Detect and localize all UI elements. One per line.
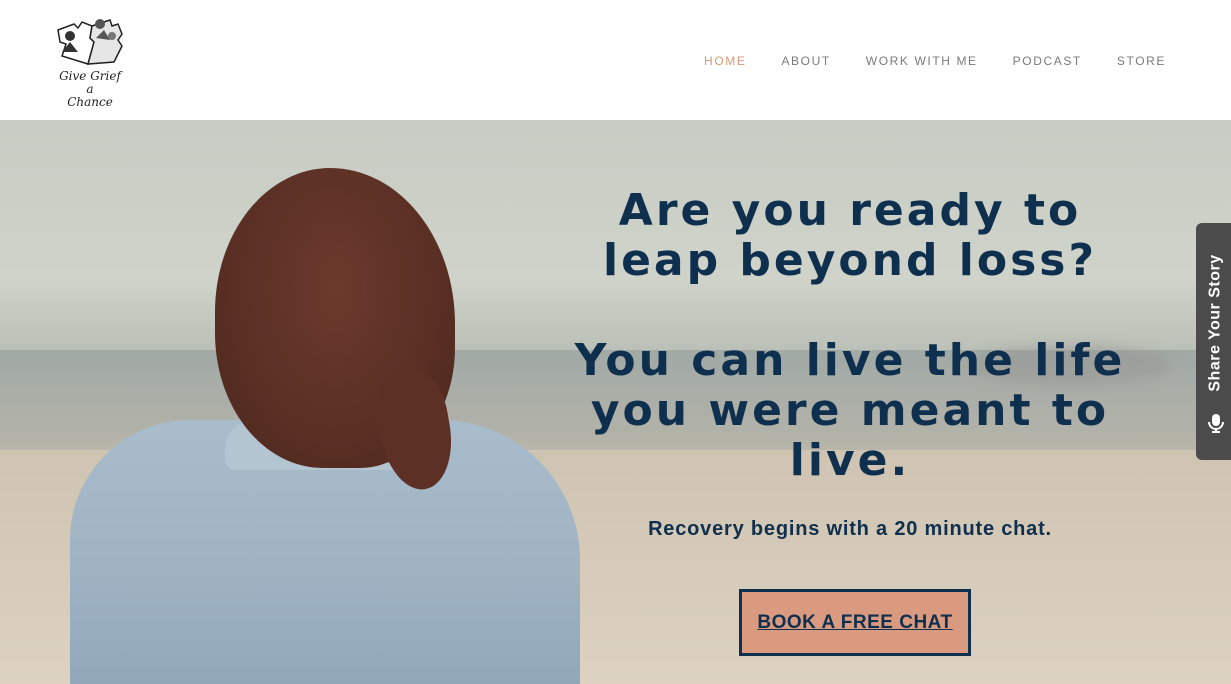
nav-work-with-me[interactable]: WORK WITH ME <box>866 54 978 68</box>
logo-text-line3: Chance <box>67 95 113 109</box>
hero-headline: Are you ready to leap beyond loss? <box>560 186 1140 286</box>
hero-headline-secondary: You can live the life you were meant to … <box>560 336 1140 486</box>
hero-headline-line2: leap beyond loss? <box>602 235 1098 286</box>
main-nav: HOME ABOUT WORK WITH ME PODCAST STORE <box>669 54 1166 68</box>
nav-store[interactable]: STORE <box>1117 54 1166 68</box>
site-logo[interactable]: Give Grief a Chance <box>48 12 132 109</box>
share-your-story-tab[interactable]: Share Your Story <box>1196 223 1231 460</box>
hero-subheadline: Recovery begins with a 20 minute chat. <box>648 518 1052 540</box>
nav-home[interactable]: HOME <box>704 54 746 68</box>
book-free-chat-button[interactable]: BOOK A FREE CHAT <box>739 589 971 656</box>
hero-headline2-line1: You can live the life <box>574 335 1126 386</box>
hero-section: Are you ready to leap beyond loss? You c… <box>0 120 1231 684</box>
nav-podcast[interactable]: PODCAST <box>1013 54 1082 68</box>
hero-headline-line1: Are you ready to <box>618 185 1082 236</box>
site-header: Give Grief a Chance HOME ABOUT WORK WITH… <box>0 0 1231 120</box>
hero-headline2-line3: live. <box>789 435 911 486</box>
puzzle-figures-logo-icon <box>57 19 123 65</box>
share-your-story-label: Share Your Story <box>1207 254 1225 392</box>
nav-about[interactable]: ABOUT <box>781 54 830 68</box>
logo-text: Give Grief a Chance <box>48 70 132 109</box>
microphone-icon <box>1208 414 1224 433</box>
hero-headline2-line2: you were meant to <box>590 385 1110 436</box>
share-your-story-label-wrap: Share Your Story <box>1196 223 1231 423</box>
